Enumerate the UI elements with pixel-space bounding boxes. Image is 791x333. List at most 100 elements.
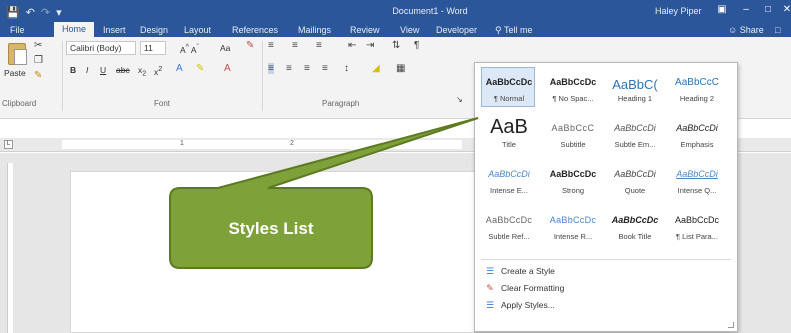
shading-icon[interactable]: ◢: [372, 63, 380, 74]
redo-icon[interactable]: ↷: [41, 6, 50, 19]
group-divider: [62, 41, 63, 111]
maximize-button[interactable]: □: [760, 3, 776, 17]
tab-design[interactable]: Design: [140, 25, 168, 35]
tab-mailings[interactable]: Mailings: [298, 25, 331, 35]
font-size-box[interactable]: 11: [140, 41, 166, 55]
ruler-mark-1: 1: [180, 140, 184, 147]
group-divider: [262, 41, 263, 111]
tab-insert[interactable]: Insert: [103, 25, 126, 35]
document-title: Document1 - Word: [392, 6, 468, 16]
tab-view[interactable]: View: [400, 25, 419, 35]
save-icon[interactable]: 💾: [6, 6, 20, 19]
comments-icon[interactable]: □: [775, 25, 780, 35]
apply-styles-label: Apply Styles...: [501, 300, 555, 310]
multilevel-list-icon[interactable]: ≡: [316, 40, 322, 51]
line-spacing-icon[interactable]: ↕: [344, 63, 349, 74]
sort-icon[interactable]: ⇅: [392, 40, 400, 51]
tab-references[interactable]: References: [232, 25, 278, 35]
style-item[interactable]: AaBbCcDc ¶ List Para...: [669, 205, 723, 245]
tab-home[interactable]: Home: [54, 22, 95, 37]
style-item[interactable]: AaBbCcDc ¶ No Spac...: [545, 67, 599, 107]
style-item[interactable]: AaBbCcC Subtitle: [545, 113, 599, 153]
tab-developer[interactable]: Developer: [436, 25, 477, 35]
change-case-button[interactable]: Aa: [220, 43, 230, 53]
align-left-icon[interactable]: ≡: [268, 63, 274, 74]
clipboard-group-label: Clipboard: [2, 99, 37, 108]
undo-icon[interactable]: ↶: [26, 6, 35, 19]
style-preview: AaBbCcDi: [676, 169, 718, 179]
resize-grip[interactable]: [728, 322, 734, 328]
vertical-ruler[interactable]: [7, 163, 13, 333]
share-button[interactable]: ☺ Share: [728, 25, 764, 35]
style-item[interactable]: AaBbCcDi Intense Q...: [669, 159, 723, 199]
title-bar: 💾 ↶ ↷ ▾ Document1 - Word Haley Piper ▣ –…: [0, 0, 791, 37]
clear-all-formatting-icon[interactable]: ✎: [246, 40, 254, 51]
strikethrough-button[interactable]: abc: [116, 65, 130, 75]
borders-icon[interactable]: ▦: [396, 63, 405, 74]
apply-styles-command[interactable]: ☰ Apply Styles...: [485, 300, 555, 310]
close-button[interactable]: ✕: [779, 3, 791, 17]
style-item[interactable]: AaBbCcDi Quote: [607, 159, 661, 199]
tab-file[interactable]: File: [10, 25, 25, 35]
style-item[interactable]: AaBbCcDc Strong: [545, 159, 599, 199]
justify-icon[interactable]: ≡: [322, 63, 328, 74]
user-name[interactable]: Haley Piper: [655, 6, 702, 16]
ribbon-display-options-icon[interactable]: ▣: [714, 3, 730, 17]
gallery-divider: [481, 259, 731, 260]
style-preview: AaBbCcDi: [614, 123, 656, 133]
style-item[interactable]: AaBbCcDc Intense R...: [545, 205, 599, 245]
bullets-icon[interactable]: ≡: [268, 40, 274, 51]
text-effects-icon[interactable]: A: [176, 63, 183, 74]
tell-me-label: Tell me: [503, 25, 533, 35]
align-right-icon[interactable]: ≡: [304, 63, 310, 74]
style-item[interactable]: AaBbCcDc ¶ Normal: [481, 67, 535, 107]
share-label: Share: [739, 25, 764, 35]
paragraph-dialog-launcher-icon[interactable]: ↘: [456, 95, 463, 104]
italic-button[interactable]: I: [86, 65, 88, 75]
tell-me-box[interactable]: ⚲ Tell me: [495, 25, 532, 36]
cut-icon[interactable]: ✂: [34, 40, 42, 51]
show-formatting-icon[interactable]: ¶: [414, 40, 419, 51]
decrease-indent-icon[interactable]: ⇤: [348, 40, 356, 51]
tab-review[interactable]: Review: [350, 25, 380, 35]
highlight-icon[interactable]: ✎: [196, 63, 204, 74]
style-item[interactable]: AaBbCcDc Subtle Ref...: [481, 205, 535, 245]
minimize-button[interactable]: –: [738, 3, 754, 17]
style-preview: AaBbCcDc: [674, 215, 719, 225]
font-color-icon[interactable]: A: [224, 63, 231, 74]
font-name-box[interactable]: Calibri (Body): [66, 41, 136, 55]
format-painter-icon[interactable]: ✎: [34, 70, 42, 81]
paste-icon[interactable]: [8, 43, 27, 65]
style-preview: AaBbCcC: [551, 123, 595, 133]
create-style-command[interactable]: ☰ Create a Style: [485, 266, 555, 276]
style-preview: AaBbC(: [612, 77, 658, 92]
style-item[interactable]: AaBbCcDi Subtle Em...: [607, 113, 661, 153]
tab-selector[interactable]: L: [4, 140, 13, 149]
copy-icon[interactable]: ❐: [34, 55, 43, 66]
style-item[interactable]: AaBbCcC Heading 2: [669, 67, 723, 107]
style-preview: AaBbCcDc: [549, 77, 597, 87]
superscript-button[interactable]: x2: [154, 65, 162, 77]
paste-button-label[interactable]: Paste: [4, 68, 26, 78]
numbering-icon[interactable]: ≡: [292, 40, 298, 51]
style-item[interactable]: AaBbCcDc Book Title: [607, 205, 661, 245]
create-style-label: Create a Style: [501, 266, 555, 276]
subscript-button[interactable]: x2: [138, 65, 146, 78]
style-item[interactable]: AaBbCcDi Intense E...: [481, 159, 535, 199]
style-name: Subtle Em...: [614, 140, 656, 149]
styles-gallery: AaBbCcDc ¶ Normal AaBbCcDc ¶ No Spac... AaBb…: [474, 62, 738, 332]
tab-layout[interactable]: Layout: [184, 25, 211, 35]
clear-formatting-command[interactable]: ✎ Clear Formatting: [485, 283, 564, 293]
underline-button[interactable]: U: [100, 65, 106, 75]
increase-indent-icon[interactable]: ⇥: [366, 40, 374, 51]
style-item[interactable]: AaBbC(Heading 1: [607, 67, 661, 107]
bold-button[interactable]: B: [70, 65, 76, 75]
style-item[interactable]: AaB Title: [481, 113, 535, 153]
style-name: Subtitle: [560, 140, 586, 149]
ribbon-tabs: File Home Insert Design Layout Reference…: [0, 22, 791, 37]
grow-font-icon[interactable]: A^ Aˇ: [180, 43, 199, 55]
align-center-icon[interactable]: ≡: [286, 63, 292, 74]
clear-formatting-label: Clear Formatting: [501, 283, 565, 293]
customize-qat-icon[interactable]: ▾: [56, 6, 62, 19]
style-item[interactable]: AaBbCcDi Emphasis: [669, 113, 723, 153]
